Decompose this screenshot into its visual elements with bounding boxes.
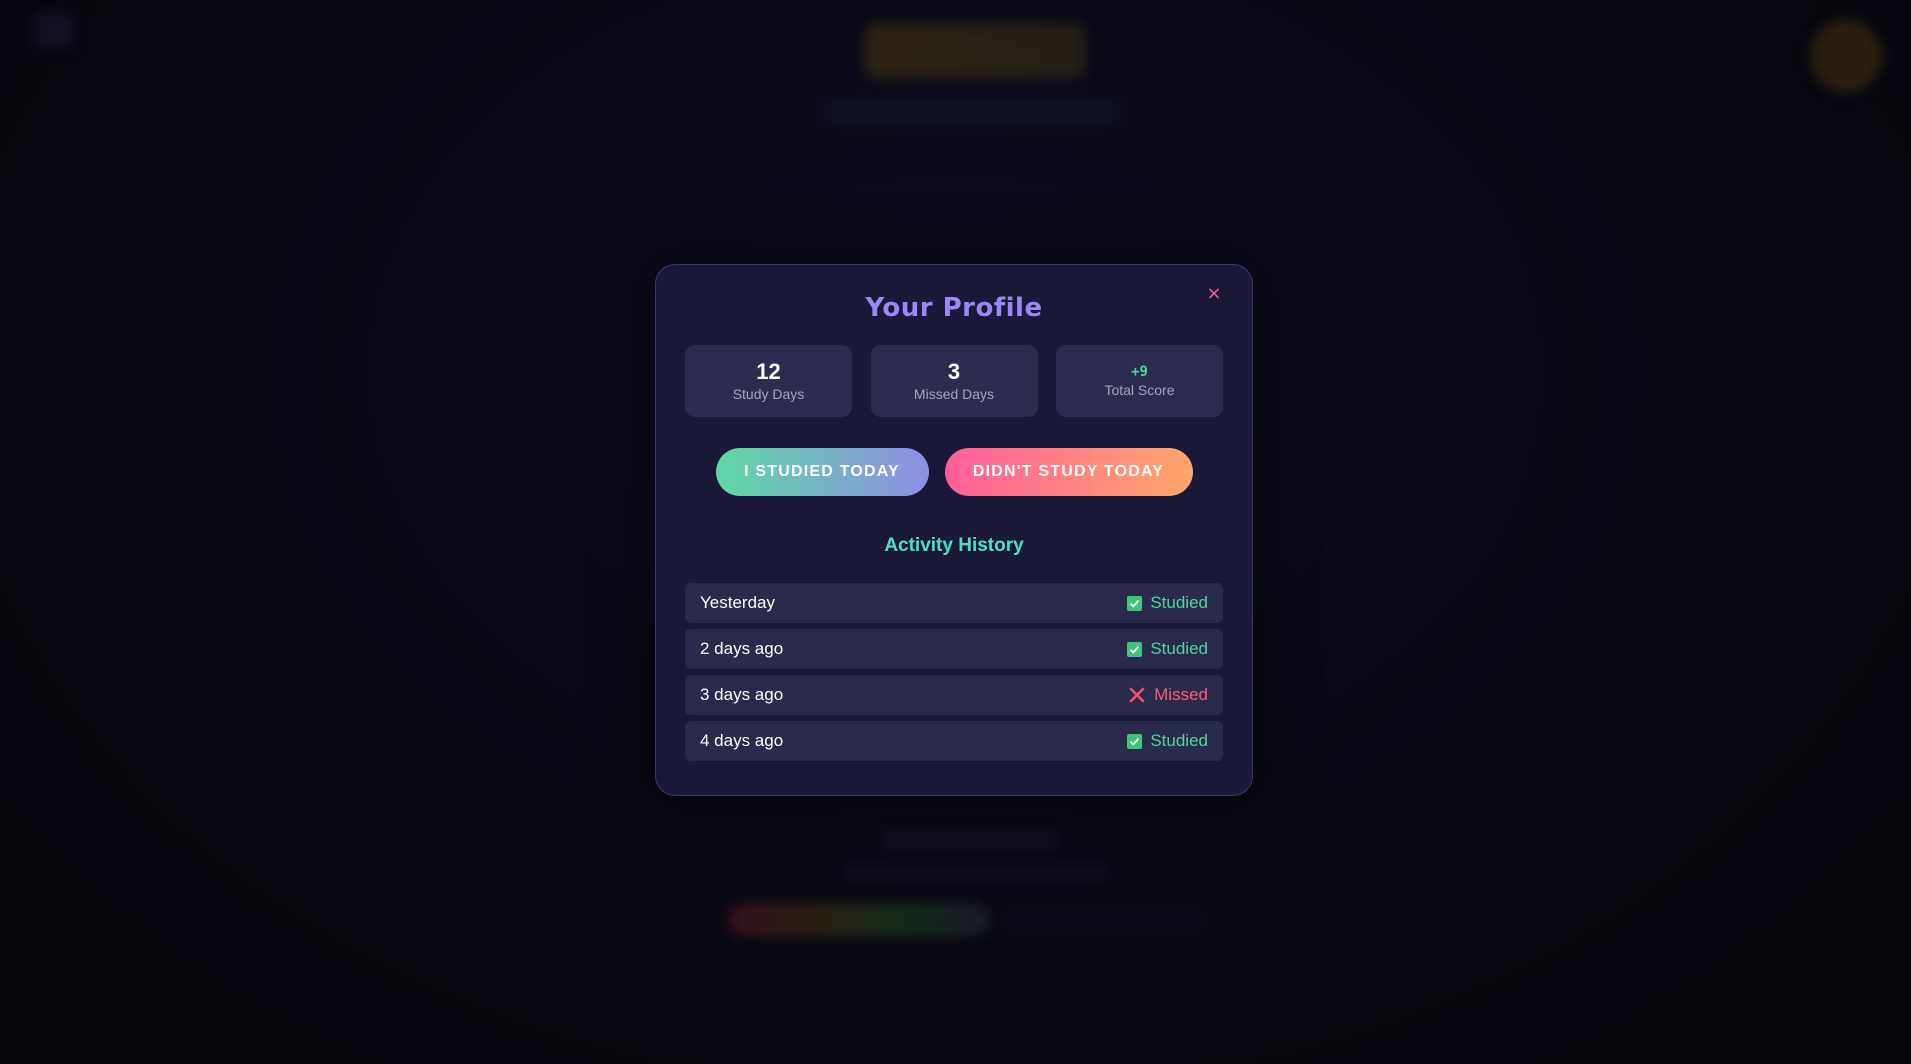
stat-card-total-score: +9 Total Score [1056,345,1223,417]
history-status: Studied [1127,639,1208,659]
cross-icon [1128,686,1146,704]
history-status: Missed [1128,685,1208,705]
history-status: Studied [1127,731,1208,751]
stat-card-missed-days: 3 Missed Days [870,345,1038,417]
list-item: 3 days ago Missed [685,675,1223,715]
stat-label: Study Days [732,386,805,402]
progress-bar [728,904,990,936]
app-logo [865,24,1085,78]
studied-today-button[interactable]: I STUDIED TODAY [715,448,929,496]
app-tagline [822,100,1122,124]
list-item: 2 days ago Studied [685,629,1223,669]
history-status: Studied [1127,593,1208,613]
list-item: Yesterday Studied [685,583,1223,623]
history-day: 2 days ago [700,639,784,658]
list-item: 4 days ago Studied [685,721,1223,761]
history-day: 3 days ago [700,685,784,704]
stat-value: +9 [1131,364,1148,380]
background-text-line [845,862,1110,880]
profile-modal: × Your Profile 12 Study Days 3 Missed Da… [655,264,1253,796]
history-status-label: Studied [1150,731,1208,750]
avatar [1810,20,1882,92]
modal-title: Your Profile [865,293,1043,323]
history-status-label: Studied [1150,639,1208,658]
missed-today-button[interactable]: DIDN'T STUDY TODAY [944,448,1193,496]
history-day: 4 days ago [700,731,784,750]
stat-label: Missed Days [913,386,995,402]
background-text-line [880,830,1060,850]
stat-value: 12 [756,359,781,384]
history-status-label: Missed [1154,685,1208,704]
activity-history-list: Yesterday Studied 2 days ago Studied 3 d… [685,583,1223,767]
history-day: Yesterday [700,593,775,612]
stats-row: 12 Study Days 3 Missed Days +9 Total Sco… [685,345,1223,417]
stat-card-study-days: 12 Study Days [685,345,852,417]
stat-value: 3 [947,359,961,384]
stat-label: Total Score [1104,382,1175,398]
menu-icon [34,12,74,48]
action-buttons: I STUDIED TODAY DIDN'T STUDY TODAY [656,448,1252,496]
background-bar [1000,904,1210,936]
check-icon [1127,595,1143,611]
check-icon [1127,641,1143,657]
history-status-label: Studied [1150,593,1208,612]
check-icon [1127,733,1143,749]
history-title: Activity History [884,535,1024,556]
